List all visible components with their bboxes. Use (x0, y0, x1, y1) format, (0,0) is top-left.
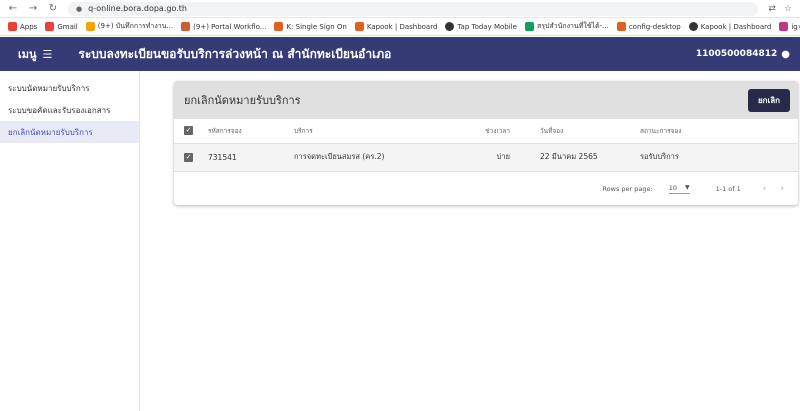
pagination-range: 1-1 of 1 (715, 184, 741, 193)
bookmark-item[interactable]: (9+) บันทึกการทำงาน... (85, 21, 173, 32)
table-pagination: Rows per page: 10 ▼ 1-1 of 1 ‹ › (174, 172, 798, 206)
column-header-status: สถานะการจอง (640, 119, 798, 144)
browser-toolbar: ← → ↻ ● q-online.bora.dopa.go.th ⇄ ☆ (0, 0, 800, 18)
bookmark-item[interactable]: Kapook | Dashboard (354, 22, 437, 31)
column-header-date: วันที่จอง (520, 119, 640, 144)
table-row[interactable]: ✓ 731541 การจดทะเบียนสมรส (คร.2) บ่าย 22… (174, 143, 798, 172)
cell-service: การจดทะเบียนสมรส (คร.2) (294, 143, 470, 172)
cancel-appointment-card: ยกเลิกนัดหมายรับบริการ ยกเลิก ✓ รหัสการจ… (174, 81, 798, 205)
address-bar[interactable]: ● q-online.bora.dopa.go.th (68, 1, 758, 16)
instagram-icon (779, 22, 789, 31)
url-text: q-online.bora.dopa.go.th (88, 4, 187, 13)
sidebar-item-documents[interactable]: ระบบขอคัดและรับรองเอกสาร (0, 99, 139, 121)
main-content: ยกเลิกนัดหมายรับบริการ ยกเลิก ✓ รหัสการจ… (140, 71, 800, 411)
page-title: ระบบลงทะเบียนขอรับบริการล่วงหน้า ณ สำนัก… (78, 46, 392, 61)
bookmark-favicon-icon (354, 22, 364, 31)
row-checkbox[interactable]: ✓ (184, 153, 193, 162)
bookmark-favicon-icon (85, 22, 95, 31)
forward-icon[interactable]: → (26, 2, 40, 16)
bookmark-item[interactable]: ig (779, 22, 798, 31)
apps-grid-icon (8, 22, 17, 31)
sidebar-item-label: ระบบนัดหมายรับบริการ (8, 83, 90, 93)
user-id: 1100500084812 (695, 49, 778, 59)
app-header: เมนู ☰ ระบบลงทะเบียนขอรับบริการล่วงหน้า … (0, 37, 800, 71)
cell-date: 22 มีนาคม 2565 (520, 143, 640, 172)
card-title: ยกเลิกนัดหมายรับบริการ (184, 94, 301, 107)
cell-status: รอรับบริการ (640, 143, 798, 172)
bookmarks-bar: Apps Gmail (9+) บันทึกการทำงาน... (9+) P… (0, 18, 800, 36)
bookmark-favicon-icon (274, 22, 284, 31)
table-header-row: ✓ รหัสการจอง บริการ ช่วงเวลา วันที่จอง ส… (174, 119, 798, 144)
bookmark-item[interactable]: (9+) Portal Workflo... (181, 22, 266, 31)
user-icon[interactable]: ● (781, 49, 790, 60)
sidebar-item-cancel-appointment[interactable]: ยกเลิกนัดหมายรับบริการ (0, 121, 139, 143)
bookmark-favicon-icon (445, 22, 455, 31)
column-header-code: รหัสการจอง (208, 119, 294, 144)
cell-code: 731541 (208, 143, 294, 172)
star-icon[interactable]: ☆ (784, 4, 792, 14)
sidebar-item-label: ระบบขอคัดและรับรองเอกสาร (8, 105, 111, 115)
bookmark-item[interactable]: config-desktop (616, 22, 681, 31)
card-header: ยกเลิกนัดหมายรับบริการ ยกเลิก (174, 81, 798, 119)
bookmark-apps[interactable]: Apps (8, 22, 37, 31)
bookmark-item[interactable]: K: Single Sign On (274, 22, 347, 31)
bookmark-item[interactable]: Tap Today Mobile (445, 22, 517, 31)
bookmark-favicon-icon (616, 22, 626, 31)
bookmark-favicon-icon (181, 22, 191, 31)
sidebar-item-appointment[interactable]: ระบบนัดหมายรับบริการ (0, 77, 139, 99)
bookmark-item[interactable]: Kapook | Dashboard (688, 22, 771, 31)
sidebar: ระบบนัดหมายรับบริการ ระบบขอคัดและรับรองเ… (0, 71, 140, 411)
bookmark-favicon-icon (688, 22, 698, 31)
sheets-icon (524, 22, 534, 31)
column-header-time: ช่วงเวลา (470, 119, 520, 144)
sidebar-item-label: ยกเลิกนัดหมายรับบริการ (8, 127, 93, 137)
cancel-button[interactable]: ยกเลิก (747, 88, 790, 112)
translate-icon[interactable]: ⇄ (768, 4, 776, 14)
rows-per-page-label: Rows per page: (602, 184, 653, 193)
menu-label[interactable]: เมนู (18, 45, 37, 63)
hamburger-menu-icon[interactable]: ☰ (43, 48, 53, 61)
select-all-checkbox[interactable]: ✓ (184, 126, 193, 136)
cell-time: บ่าย (470, 143, 520, 172)
bookmark-gmail[interactable]: Gmail (45, 22, 78, 31)
column-header-service: บริการ (294, 119, 470, 144)
reload-icon[interactable]: ↻ (46, 2, 60, 16)
lock-icon: ● (76, 4, 83, 13)
next-page-icon[interactable]: › (780, 184, 784, 194)
gmail-icon (45, 22, 55, 31)
bookmark-item[interactable]: สรุปสำนักงานที่ใช้ได้-... (524, 21, 609, 32)
back-icon[interactable]: ← (6, 2, 20, 16)
prev-page-icon[interactable]: ‹ (763, 184, 767, 194)
appointments-table: ✓ รหัสการจอง บริการ ช่วงเวลา วันที่จอง ส… (174, 119, 798, 172)
dropdown-arrow-icon: ▼ (685, 184, 690, 191)
rows-per-page-select[interactable]: 10 ▼ (668, 184, 690, 194)
